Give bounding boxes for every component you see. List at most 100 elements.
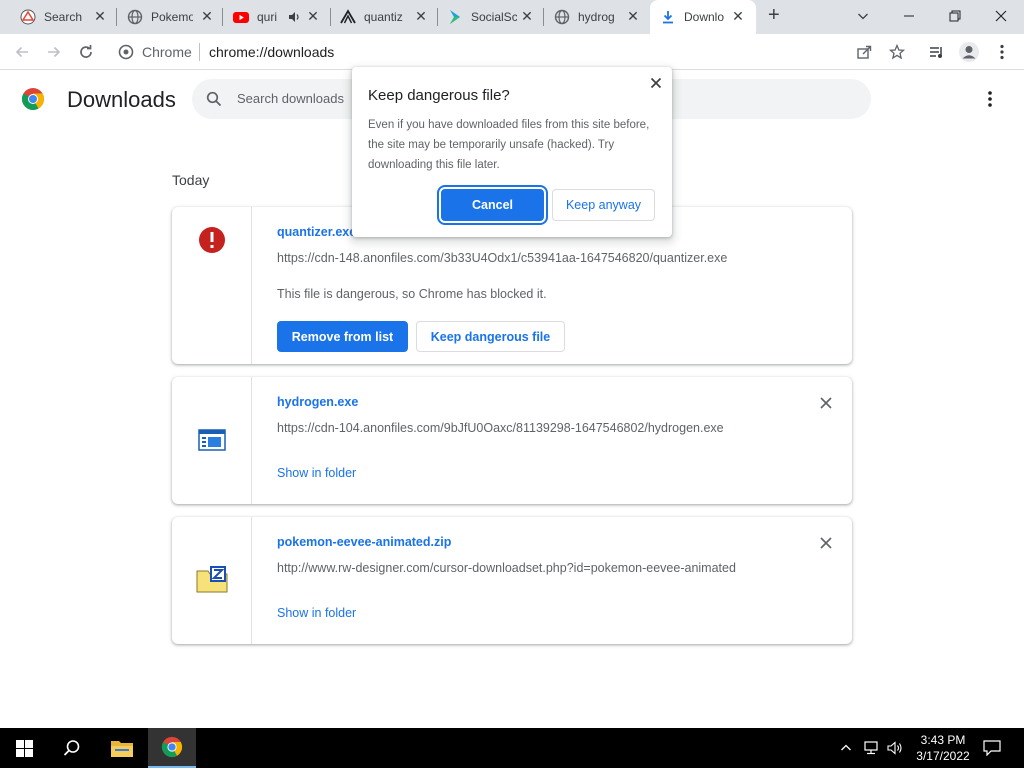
clock-date: 3/17/2022 bbox=[916, 749, 970, 763]
close-icon[interactable]: ✕ bbox=[93, 9, 107, 23]
taskbar-search-button[interactable] bbox=[48, 728, 96, 768]
chrome-logo-icon bbox=[22, 88, 44, 110]
file-name-link[interactable]: pokemon-eevee-animated.zip bbox=[277, 535, 451, 549]
page-title: Downloads bbox=[67, 87, 176, 112]
close-icon[interactable] bbox=[648, 75, 664, 91]
kebab-menu-icon bbox=[1000, 44, 1004, 60]
windows-taskbar: 3:43 PM 3/17/2022 bbox=[0, 728, 1024, 768]
tab-search[interactable]: Search ✕ bbox=[20, 0, 112, 34]
close-icon bbox=[995, 10, 1007, 22]
avatar-icon bbox=[959, 42, 979, 62]
windows-logo-icon bbox=[15, 739, 33, 757]
taskbar-file-explorer[interactable] bbox=[98, 728, 146, 768]
action-center-button[interactable] bbox=[976, 728, 1008, 768]
download-item: pokemon-eevee-animated.zip http://www.rw… bbox=[172, 517, 852, 644]
tab-separator bbox=[330, 8, 331, 26]
danger-icon bbox=[199, 227, 225, 253]
close-icon[interactable]: ✕ bbox=[200, 9, 214, 23]
file-url[interactable]: https://cdn-148.anonfiles.com/3b33U4Odx1… bbox=[277, 251, 727, 265]
cancel-button[interactable]: Cancel bbox=[437, 185, 548, 225]
browser-toolbar: Chrome chrome://downloads bbox=[0, 34, 1024, 70]
back-button[interactable] bbox=[10, 40, 34, 64]
taskbar-chrome[interactable] bbox=[148, 728, 196, 768]
tab-socialsc[interactable]: SocialSc ✕ bbox=[447, 0, 539, 34]
close-icon[interactable]: ✕ bbox=[520, 9, 534, 23]
restore-button[interactable] bbox=[932, 0, 978, 32]
omnibox-scheme-label: Chrome bbox=[142, 44, 192, 60]
tab-hydrogen[interactable]: hydrog ✕ bbox=[554, 0, 646, 34]
close-icon[interactable] bbox=[818, 395, 834, 411]
tab-separator bbox=[222, 8, 223, 26]
exe-file-icon bbox=[198, 429, 226, 451]
window-close-button[interactable] bbox=[978, 0, 1024, 32]
chrome-page-icon bbox=[118, 44, 134, 60]
file-name-link[interactable]: hydrogen.exe bbox=[277, 395, 358, 409]
file-url[interactable]: https://cdn-104.anonfiles.com/9bJfU0Oaxc… bbox=[277, 421, 724, 435]
file-status: This file is dangerous, so Chrome has bl… bbox=[277, 287, 547, 301]
address-bar[interactable]: Chrome chrome://downloads bbox=[110, 38, 905, 66]
forward-button[interactable] bbox=[42, 40, 66, 64]
quantizer-icon bbox=[340, 9, 356, 24]
media-control-button[interactable] bbox=[925, 40, 949, 64]
file-icon-column bbox=[172, 207, 252, 364]
notification-icon bbox=[983, 740, 1001, 756]
file-icon-column bbox=[172, 377, 252, 504]
tab-pokemon[interactable]: Pokemo ✕ bbox=[127, 0, 219, 34]
downloads-menu-button[interactable] bbox=[980, 87, 1000, 111]
tab-quri[interactable]: quri ✕ bbox=[233, 0, 325, 34]
tab-separator bbox=[543, 8, 544, 26]
minimize-button[interactable] bbox=[886, 0, 932, 32]
close-icon[interactable]: ✕ bbox=[306, 9, 320, 23]
file-name-link[interactable]: quantizer.exe bbox=[277, 225, 356, 239]
media-control-icon bbox=[930, 47, 942, 58]
youtube-icon bbox=[233, 12, 249, 23]
tab-title: quantiz bbox=[364, 10, 403, 24]
tab-title: Downlo bbox=[684, 10, 724, 24]
chevron-down-icon bbox=[858, 13, 868, 20]
kebab-menu-icon bbox=[988, 91, 992, 107]
volume-button[interactable] bbox=[884, 728, 906, 768]
profile-button[interactable] bbox=[957, 40, 981, 64]
speaker-icon[interactable] bbox=[287, 10, 301, 24]
download-item: hydrogen.exe https://cdn-104.anonfiles.c… bbox=[172, 377, 852, 504]
network-button[interactable] bbox=[860, 728, 882, 768]
download-icon bbox=[663, 11, 673, 24]
chevron-up-icon bbox=[841, 744, 851, 751]
dialog-body: Even if you have downloaded files from t… bbox=[368, 119, 650, 171]
new-tab-button[interactable]: + bbox=[766, 0, 790, 34]
section-date-label: Today bbox=[172, 172, 210, 188]
browser-menu-button[interactable] bbox=[990, 40, 1014, 64]
file-url[interactable]: http://www.rw-designer.com/cursor-downlo… bbox=[277, 561, 736, 575]
close-icon[interactable]: ✕ bbox=[414, 9, 428, 23]
omnibox-url[interactable]: chrome://downloads bbox=[209, 44, 334, 60]
star-icon[interactable] bbox=[889, 44, 905, 60]
search-icon bbox=[63, 740, 80, 756]
keep-anyway-button[interactable]: Keep anyway bbox=[552, 189, 655, 221]
remove-from-list-button[interactable]: Remove from list bbox=[277, 321, 408, 352]
close-icon[interactable]: ✕ bbox=[731, 9, 745, 23]
tab-title: Pokemo bbox=[151, 10, 193, 24]
keep-dangerous-file-button[interactable]: Keep dangerous file bbox=[416, 321, 565, 352]
tab-title: Search bbox=[44, 10, 83, 24]
show-in-folder-link[interactable]: Show in folder bbox=[277, 606, 356, 620]
close-icon[interactable]: ✕ bbox=[626, 9, 640, 23]
show-in-folder-link[interactable]: Show in folder bbox=[277, 466, 356, 480]
close-icon[interactable] bbox=[818, 535, 834, 551]
tab-separator bbox=[116, 8, 117, 26]
search-icon bbox=[206, 91, 222, 107]
tab-quantizer[interactable]: quantiz ✕ bbox=[340, 0, 432, 34]
tab-strip: Search ✕ Pokemo ✕ quri ✕ quantiz ✕ Socia… bbox=[0, 0, 1024, 34]
taskbar-clock[interactable]: 3:43 PM 3/17/2022 bbox=[912, 732, 974, 764]
reload-button[interactable] bbox=[74, 40, 98, 64]
show-hidden-icons-button[interactable] bbox=[836, 728, 856, 768]
file-icon-column bbox=[172, 517, 252, 644]
start-button[interactable] bbox=[0, 728, 48, 768]
globe-icon bbox=[554, 9, 570, 25]
tab-search-button[interactable] bbox=[840, 0, 886, 32]
tab-downloads[interactable]: Downlo ✕ bbox=[650, 0, 756, 34]
minimize-icon bbox=[904, 15, 914, 17]
dialog-title: Keep dangerous file? bbox=[368, 87, 510, 104]
globe-icon bbox=[127, 9, 143, 25]
plus-icon: + bbox=[768, 4, 780, 26]
share-icon[interactable] bbox=[856, 44, 872, 60]
